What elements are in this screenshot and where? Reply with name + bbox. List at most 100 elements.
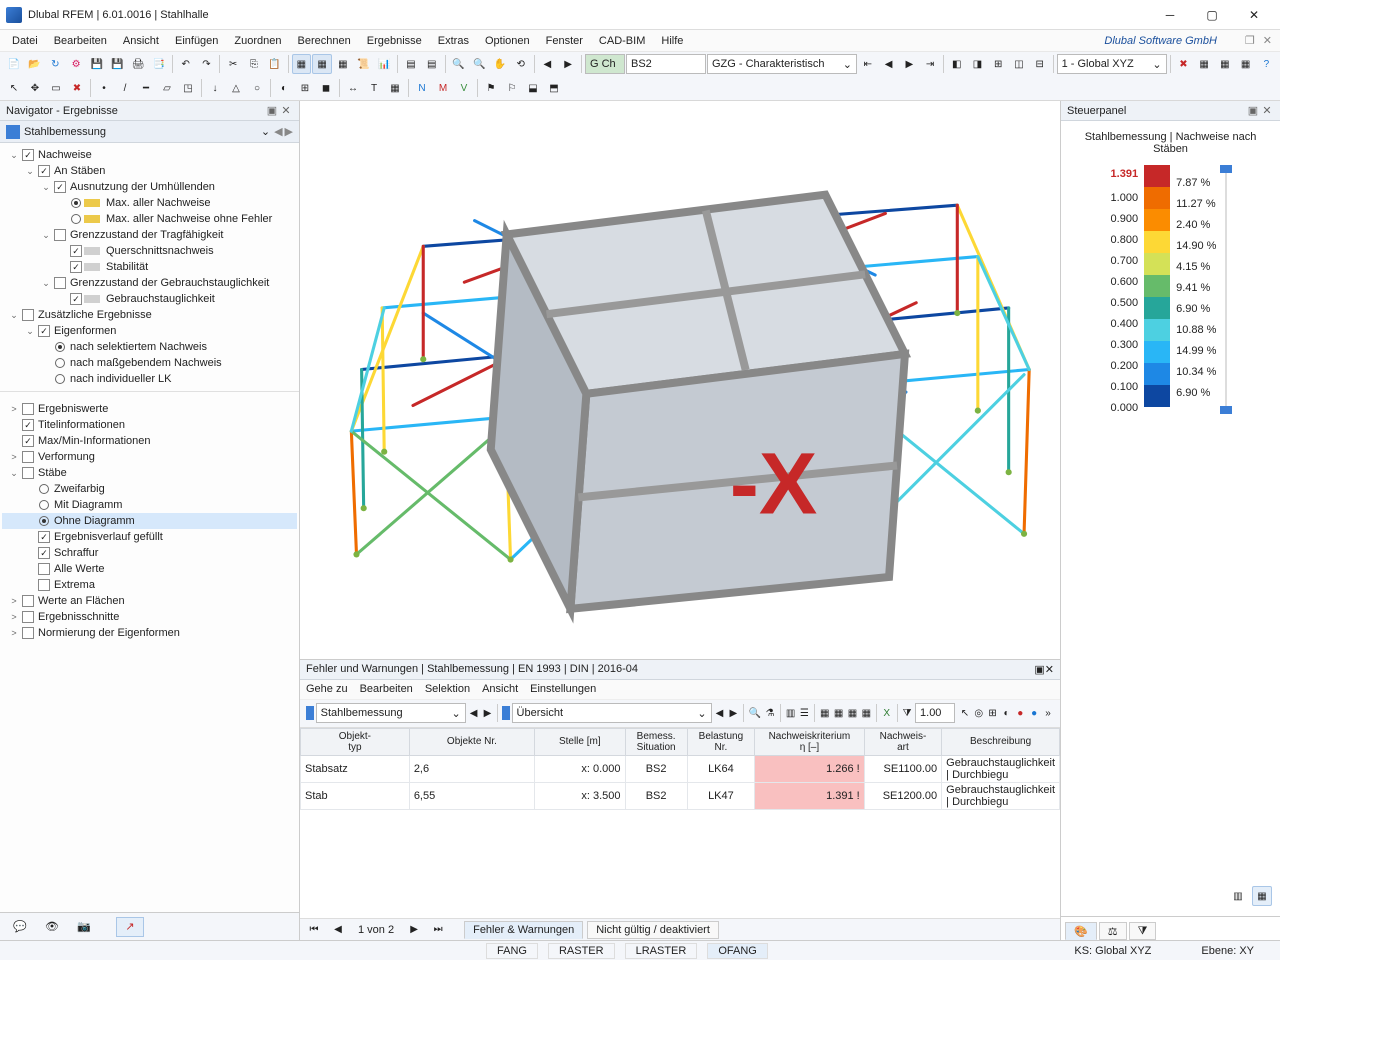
pg-next-icon[interactable]: ▶ — [404, 920, 424, 940]
tree-item[interactable]: >Werte an Flächen — [2, 593, 297, 609]
tree-item[interactable]: Alle Werte — [2, 561, 297, 577]
tree-item[interactable]: Extrema — [2, 577, 297, 593]
legend-slider[interactable] — [1222, 165, 1230, 414]
navigator-tree-nachweise[interactable]: ⌄Nachweise⌄An Stäben⌄Ausnutzung der Umhü… — [0, 143, 299, 391]
page-prev-icon[interactable]: ◀ — [538, 54, 558, 74]
snap-lraster[interactable]: LRASTER — [625, 943, 698, 959]
close-button[interactable]: ✕ — [1234, 4, 1274, 26]
errtb-col-icon[interactable]: ▥ — [785, 703, 797, 723]
menu-datei[interactable]: Datei — [4, 33, 46, 49]
errmenu-sel[interactable]: Selektion — [425, 683, 470, 695]
tree-item[interactable]: ⌄Eigenformen — [2, 323, 297, 339]
tb2-wire-icon[interactable]: ⊞ — [295, 78, 315, 98]
c4-icon[interactable]: ▦ — [1236, 54, 1256, 74]
undo-icon[interactable]: ↶ — [176, 54, 196, 74]
errtb-funnel-icon[interactable]: ⧩ — [901, 703, 913, 723]
tree-item[interactable]: ⌄Zusätzliche Ergebnisse — [2, 307, 297, 323]
nav-last-icon[interactable]: ⇥ — [920, 54, 940, 74]
tree-item[interactable]: ⌄Nachweise — [2, 147, 297, 163]
tb2-node-icon[interactable]: • — [94, 78, 114, 98]
tree-item[interactable]: Ohne Diagramm — [2, 513, 297, 529]
errtb-k6-icon[interactable]: ● — [1028, 703, 1040, 723]
errtb-k2-icon[interactable]: ◎ — [973, 703, 985, 723]
tb2-solid-icon[interactable]: ◳ — [178, 78, 198, 98]
recent-icon[interactable]: ↻ — [45, 54, 65, 74]
combination-combo[interactable]: GZG - Charakteristisch⌄ — [707, 54, 857, 74]
new-icon[interactable]: 📄 — [4, 54, 24, 74]
errors-table-wrap[interactable]: Objekt-typObjekte Nr.Stelle [m]Bemess.Si… — [300, 728, 1060, 918]
tb2-move-icon[interactable]: ✥ — [25, 78, 45, 98]
tb2-shade-icon[interactable]: ◼ — [316, 78, 336, 98]
t5-icon[interactable]: ⊟ — [1030, 54, 1050, 74]
panel1-icon[interactable]: ▦ — [292, 54, 312, 74]
c1-icon[interactable]: ✖ — [1174, 54, 1194, 74]
t4-icon[interactable]: ◫ — [1009, 54, 1029, 74]
maximize-button[interactable]: ▢ — [1192, 4, 1232, 26]
mdi-restore-icon[interactable]: ❐ — [1241, 34, 1259, 47]
table-row[interactable]: Stab6,55x: 3.500BS2LK471.391 !SE1200.00G… — [301, 782, 1060, 809]
menu-zuordnen[interactable]: Zuordnen — [226, 33, 289, 49]
data-icon[interactable]: ▤ — [422, 54, 442, 74]
errmenu-view[interactable]: Ansicht — [482, 683, 518, 695]
script-icon[interactable]: 📜 — [354, 54, 374, 74]
legend-btn1-icon[interactable]: ▥ — [1228, 886, 1248, 906]
slider-bottom-handle[interactable] — [1220, 406, 1232, 414]
c2-icon[interactable]: ▦ — [1194, 54, 1214, 74]
nav-prev-icon[interactable]: ◀ — [879, 54, 899, 74]
tab-invalid[interactable]: Nicht gültig / deaktiviert — [587, 921, 719, 939]
errtb-grid3-icon[interactable]: ▦ — [847, 703, 859, 723]
errtb-k3-icon[interactable]: ⊞ — [987, 703, 999, 723]
menu-ansicht[interactable]: Ansicht — [115, 33, 167, 49]
tree-item[interactable]: Zweifarbig — [2, 481, 297, 497]
rotate-icon[interactable]: ⟲ — [511, 54, 531, 74]
snap-fang[interactable]: FANG — [486, 943, 538, 959]
pg-prev-icon[interactable]: ◀ — [328, 920, 348, 940]
table-icon[interactable]: ▤ — [401, 54, 421, 74]
tb2-sup-icon[interactable]: △ — [226, 78, 246, 98]
tree-item[interactable]: ⌄An Stäben — [2, 163, 297, 179]
tree-item[interactable]: ⌄Grenzzustand der Gebrauchstauglichkeit — [2, 275, 297, 291]
tree-item[interactable]: nach individueller LK — [2, 371, 297, 387]
tb2-pointer-icon[interactable]: ↖ — [4, 78, 24, 98]
errtb-prev-icon[interactable]: ◀ — [468, 703, 480, 723]
navtab-comment-icon[interactable]: 💬 — [6, 917, 34, 937]
minimize-button[interactable]: ─ — [1150, 4, 1190, 26]
save-icon[interactable]: 💾 — [87, 54, 107, 74]
errtb-filter-icon[interactable]: ⚗ — [764, 703, 776, 723]
nav-next-icon[interactable]: ▶ — [899, 54, 919, 74]
nav-pin-icon[interactable]: ▣ — [265, 104, 279, 117]
tree-item[interactable]: nach selektiertem Nachweis — [2, 339, 297, 355]
c3-icon[interactable]: ▦ — [1215, 54, 1235, 74]
tb2-dim-icon[interactable]: ↔ — [343, 78, 363, 98]
sp-pin-icon[interactable]: ▣ — [1246, 104, 1260, 117]
tb2-hinge-icon[interactable]: ○ — [247, 78, 267, 98]
tree-item[interactable]: Titelinformationen — [2, 417, 297, 433]
sp-close-icon[interactable]: ✕ — [1260, 104, 1274, 117]
errtb-view-combo[interactable]: Übersicht⌄ — [512, 703, 712, 723]
open-icon[interactable]: 📂 — [25, 54, 45, 74]
errtb-k4-icon[interactable]: ◐ — [1001, 703, 1013, 723]
tb2-misc3-icon[interactable]: ⬓ — [523, 78, 543, 98]
nav-first-icon[interactable]: ⇤ — [858, 54, 878, 74]
errtb-rows-icon[interactable]: ☰ — [798, 703, 810, 723]
t2-icon[interactable]: ◨ — [968, 54, 988, 74]
saveall-icon[interactable]: 💾 — [108, 54, 128, 74]
report-icon[interactable]: 📑 — [149, 54, 169, 74]
tb2-surf-icon[interactable]: ▱ — [157, 78, 177, 98]
errmenu-goto[interactable]: Gehe zu — [306, 683, 348, 695]
tb2-res3-icon[interactable]: V — [454, 78, 474, 98]
tab-errors[interactable]: Fehler & Warnungen — [464, 921, 583, 939]
tree-item[interactable]: Max/Min-Informationen — [2, 433, 297, 449]
navigator-section[interactable]: Stahlbemessung ⌄ ◀ ▶ — [0, 121, 299, 143]
menu-fenster[interactable]: Fenster — [538, 33, 591, 49]
loadcase-field[interactable]: BS2 — [626, 54, 706, 74]
errtb-module-combo[interactable]: Stahlbemessung⌄ — [316, 703, 466, 723]
errmenu-edit[interactable]: Bearbeiten — [360, 683, 413, 695]
tree-item[interactable]: Mit Diagramm — [2, 497, 297, 513]
errtb-vprev-icon[interactable]: ◀ — [714, 703, 726, 723]
menu-optionen[interactable]: Optionen — [477, 33, 538, 49]
navtab-result-icon[interactable]: ↗ — [116, 917, 144, 937]
panel3-icon[interactable]: ▦ — [333, 54, 353, 74]
errtb-next-icon[interactable]: ▶ — [482, 703, 494, 723]
tree-item[interactable]: ⌄Ausnutzung der Umhüllenden — [2, 179, 297, 195]
